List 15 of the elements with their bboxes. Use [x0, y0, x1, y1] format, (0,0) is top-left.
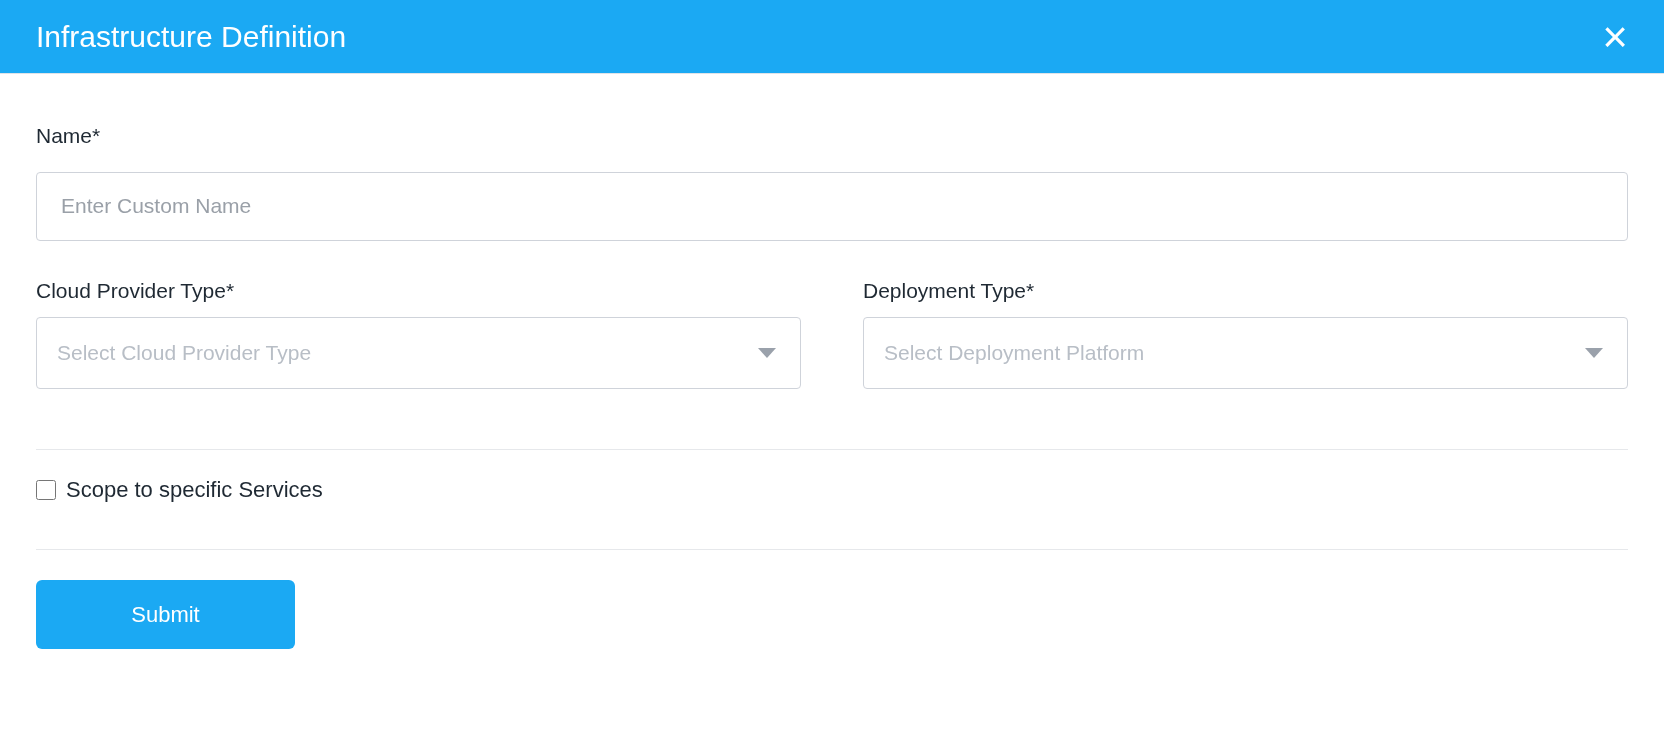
field-label: Deployment Type* [863, 277, 1036, 300]
scope-checkbox[interactable] [36, 479, 56, 500]
dropdown-placeholder: Select Deployment Platform [884, 339, 1145, 366]
dropdown-field[interactable]: Select Cloud Provider Type [36, 316, 801, 389]
field-label: Cloud Provider Type* [36, 277, 236, 300]
field-label: Name* [36, 123, 102, 149]
submit-button[interactable]: Submit [36, 579, 295, 649]
close-button[interactable]: × [1602, 14, 1628, 59]
caret-icon [758, 347, 776, 358]
dropdown-placeholder: Select Cloud Provider Type [57, 339, 312, 366]
name-input-field[interactable]: Enter Custom Name [36, 171, 1628, 241]
caret-icon [1585, 347, 1603, 358]
checkbox-label: Scope to specific Services [66, 476, 323, 504]
dialog-title: Infrastructure Definition [36, 19, 347, 55]
dropdown-field[interactable]: Select Deployment Platform [863, 316, 1628, 389]
